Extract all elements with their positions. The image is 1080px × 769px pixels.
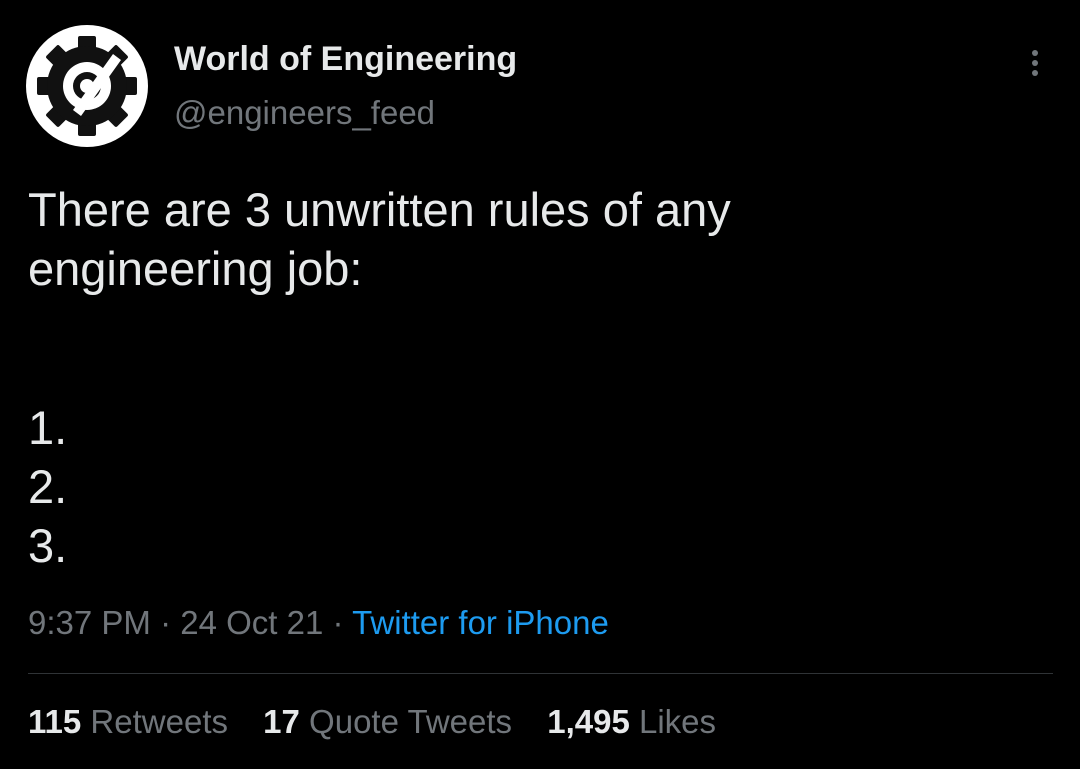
tweet-text-line: There are 3 unwritten rules of any <box>28 183 731 236</box>
list-item: 1. <box>28 401 68 454</box>
tweet-time[interactable]: 9:37 PM <box>28 604 151 641</box>
gear-logo-icon <box>37 36 137 136</box>
retweets-stat[interactable]: 115 Retweets <box>28 701 228 743</box>
tweet-text-line: engineering job: <box>28 242 363 295</box>
tweet-source-link[interactable]: Twitter for iPhone <box>352 604 609 641</box>
tweet-stats: 115 Retweets 17 Quote Tweets 1,495 Likes <box>28 701 742 743</box>
likes-count: 1,495 <box>547 703 630 740</box>
list-item: 2. <box>28 460 68 513</box>
divider <box>28 673 1053 674</box>
quote-tweets-stat[interactable]: 17 Quote Tweets <box>263 701 512 743</box>
retweets-label: Retweets <box>90 703 228 740</box>
list-item: 3. <box>28 519 68 572</box>
author-handle[interactable]: @engineers_feed <box>174 92 517 134</box>
avatar[interactable] <box>26 25 148 147</box>
likes-stat[interactable]: 1,495 Likes <box>547 701 716 743</box>
quote-tweets-count: 17 <box>263 703 300 740</box>
tweet-card: World of Engineering @engineers_feed The… <box>0 0 1080 769</box>
tweet-meta: 9:37 PM · 24 Oct 21 · Twitter for iPhone <box>28 602 609 644</box>
tweet-text: There are 3 unwritten rules of any engin… <box>28 180 1028 575</box>
quote-tweets-label: Quote Tweets <box>309 703 513 740</box>
likes-label: Likes <box>639 703 717 740</box>
author-block: World of Engineering @engineers_feed <box>174 38 517 134</box>
meta-separator: · <box>323 604 353 641</box>
more-options-button[interactable] <box>1016 42 1056 82</box>
author-display-name[interactable]: World of Engineering <box>174 38 517 80</box>
meta-separator: · <box>150 604 181 641</box>
tweet-date[interactable]: 24 Oct 21 <box>180 604 323 641</box>
retweets-count: 115 <box>28 703 82 740</box>
